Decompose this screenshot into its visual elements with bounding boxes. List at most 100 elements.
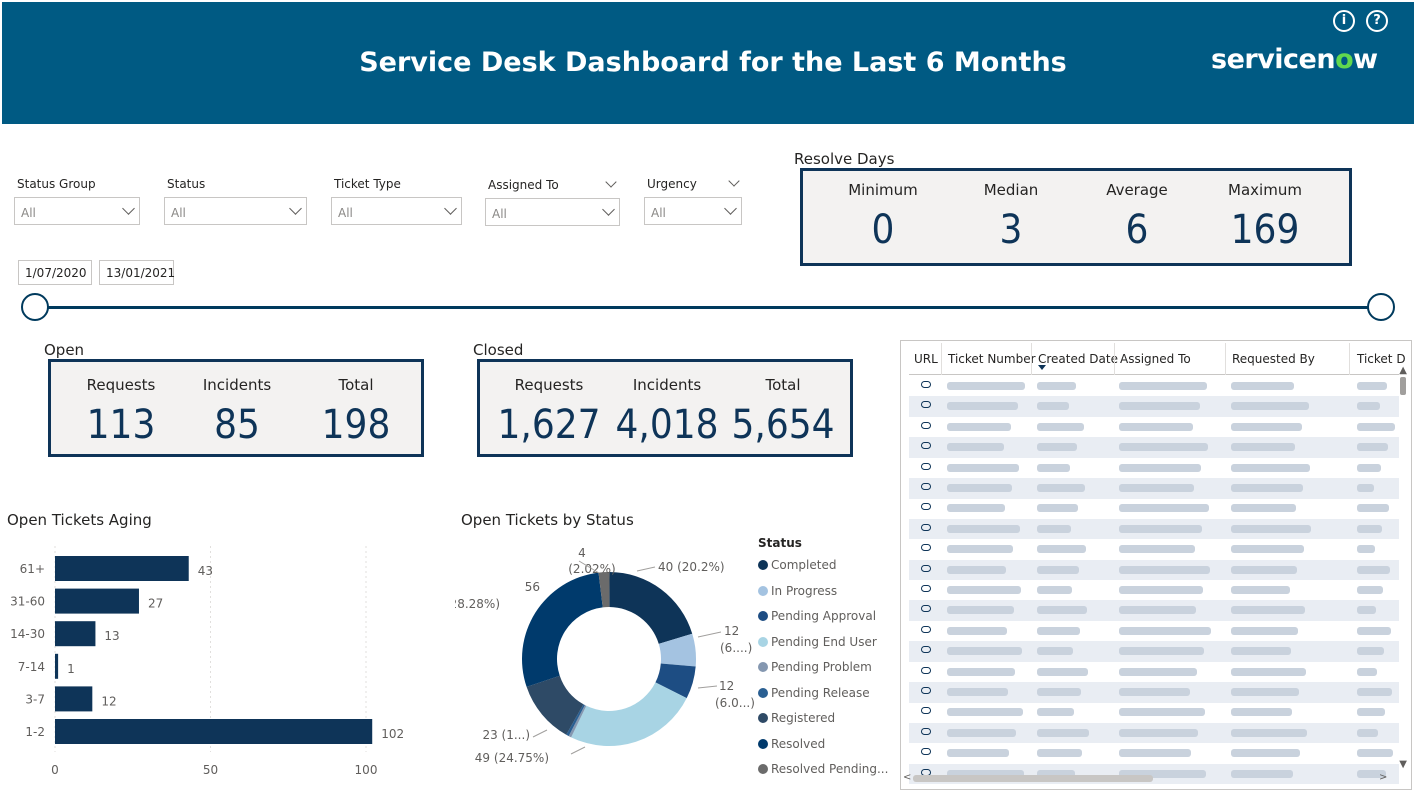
col-header-ticket-d[interactable]: Ticket D <box>1357 352 1406 366</box>
link-icon[interactable] <box>921 585 931 592</box>
table-row[interactable] <box>909 518 1399 540</box>
closed-total-cell: Total 5,654 <box>718 376 848 448</box>
col-header-created-date[interactable]: Created Date <box>1038 352 1118 366</box>
table-row[interactable] <box>909 722 1399 744</box>
status-dropdown[interactable]: All <box>164 197 307 225</box>
legend-item[interactable]: Pending Problem <box>758 660 888 686</box>
legend-item[interactable]: Pending Approval <box>758 609 888 635</box>
status-group-dropdown[interactable]: All <box>14 197 140 225</box>
redacted-cell <box>1357 463 1381 472</box>
date-slider-start-handle[interactable] <box>21 293 49 321</box>
filter-label-ticket-type: Ticket Type <box>334 177 401 191</box>
chevron-down-icon[interactable] <box>728 175 740 187</box>
link-icon[interactable] <box>921 666 931 674</box>
link-icon[interactable] <box>921 401 931 409</box>
table-row[interactable] <box>909 539 1399 560</box>
scroll-left-arrow-icon[interactable]: < <box>903 772 911 783</box>
redacted-cell <box>1357 688 1392 696</box>
legend-label: In Progress <box>771 583 838 598</box>
table-row[interactable] <box>909 458 1399 479</box>
link-icon[interactable] <box>921 646 931 654</box>
redacted-cell <box>1119 626 1211 635</box>
table-row[interactable] <box>909 682 1399 703</box>
redacted-cell <box>947 422 1011 431</box>
slice-label-pct: (6.0...) <box>715 696 755 710</box>
table-row[interactable] <box>909 662 1399 683</box>
table-row[interactable] <box>909 417 1399 438</box>
redacted-cell <box>1037 667 1088 676</box>
open-total-value: 198 <box>321 402 391 448</box>
date-slider-track[interactable] <box>36 306 1380 309</box>
table-row[interactable] <box>909 641 1399 662</box>
chevron-down-icon[interactable] <box>605 176 617 188</box>
col-header-ticket-number[interactable]: Ticket Number <box>948 352 1036 366</box>
table-row[interactable] <box>909 478 1399 499</box>
filter-label-urgency: Urgency <box>647 177 697 191</box>
ticket-type-dropdown[interactable]: All <box>331 197 462 225</box>
link-icon[interactable] <box>921 625 931 633</box>
resolve-max-value: 169 <box>1230 207 1300 253</box>
table-row[interactable] <box>909 621 1399 642</box>
horizontal-scrollbar-thumb[interactable] <box>913 775 1153 782</box>
table-row[interactable] <box>909 600 1399 621</box>
legend-item[interactable]: In Progress <box>758 584 888 610</box>
link-icon[interactable] <box>921 544 931 552</box>
link-icon[interactable] <box>921 483 931 490</box>
table-row[interactable] <box>909 702 1399 723</box>
link-icon[interactable] <box>921 605 931 613</box>
legend-item[interactable]: Pending Release <box>758 686 888 712</box>
link-icon[interactable] <box>921 727 931 735</box>
legend-item[interactable]: Resolved Pending... <box>758 762 888 788</box>
link-icon[interactable] <box>921 748 931 756</box>
redacted-cell <box>947 443 1004 452</box>
legend-label: Pending Problem <box>771 660 872 674</box>
bar-14-30 <box>55 621 96 647</box>
col-header-url[interactable]: URL <box>914 352 938 366</box>
link-icon[interactable] <box>921 523 931 531</box>
end-date-input[interactable]: 13/01/2021 <box>99 260 175 285</box>
help-icon[interactable]: ? <box>1366 10 1388 32</box>
legend-item[interactable]: Resolved <box>758 737 888 763</box>
link-icon[interactable] <box>921 707 931 715</box>
sort-descending-icon[interactable] <box>1038 365 1046 370</box>
scroll-up-arrow-icon[interactable]: ▲ <box>1399 365 1407 376</box>
x-tick-label: 100 <box>355 763 378 777</box>
resolve-days-title: Resolve Days <box>794 150 895 168</box>
table-row[interactable] <box>909 498 1399 519</box>
link-icon[interactable] <box>921 564 931 572</box>
legend-item[interactable]: Registered <box>758 711 888 737</box>
table-row[interactable] <box>909 559 1399 581</box>
urgency-dropdown[interactable]: All <box>644 197 742 225</box>
start-date-input[interactable]: 1/07/2020 <box>18 260 92 285</box>
leader-line <box>636 566 656 572</box>
link-icon[interactable] <box>921 687 931 694</box>
table-row[interactable] <box>909 580 1399 601</box>
table-row[interactable] <box>909 437 1399 458</box>
redacted-cell <box>1231 749 1300 758</box>
info-icon[interactable]: i <box>1333 10 1355 32</box>
legend-item[interactable]: Pending End User <box>758 635 888 661</box>
link-icon[interactable] <box>921 462 931 470</box>
scroll-down-arrow-icon[interactable]: ▼ <box>1399 759 1407 770</box>
resolve-average-label: Average <box>1106 181 1168 199</box>
status-legend: Status Completed In Progress Pending Appro… <box>758 536 888 788</box>
vertical-scrollbar-thumb[interactable] <box>1400 377 1406 395</box>
table-row[interactable] <box>909 743 1399 764</box>
link-icon[interactable] <box>921 381 931 388</box>
chevron-down-icon <box>122 202 135 215</box>
col-header-assigned-to[interactable]: Assigned To <box>1120 352 1191 366</box>
redacted-cell <box>1037 484 1085 492</box>
scroll-right-arrow-icon[interactable]: > <box>1379 772 1387 783</box>
redacted-cell <box>1119 708 1205 717</box>
link-icon[interactable] <box>921 503 931 511</box>
link-icon[interactable] <box>921 442 931 450</box>
col-header-requested-by[interactable]: Requested By <box>1232 352 1315 366</box>
header-banner: Service Desk Dashboard for the Last 6 Mo… <box>2 2 1414 124</box>
table-row[interactable] <box>909 396 1399 417</box>
date-slider-end-handle[interactable] <box>1367 293 1395 321</box>
table-row[interactable] <box>909 376 1399 397</box>
assigned-to-dropdown[interactable]: All <box>485 198 620 226</box>
link-icon[interactable] <box>921 421 931 429</box>
legend-item[interactable]: Completed <box>758 558 888 584</box>
redacted-cell <box>1231 504 1296 513</box>
